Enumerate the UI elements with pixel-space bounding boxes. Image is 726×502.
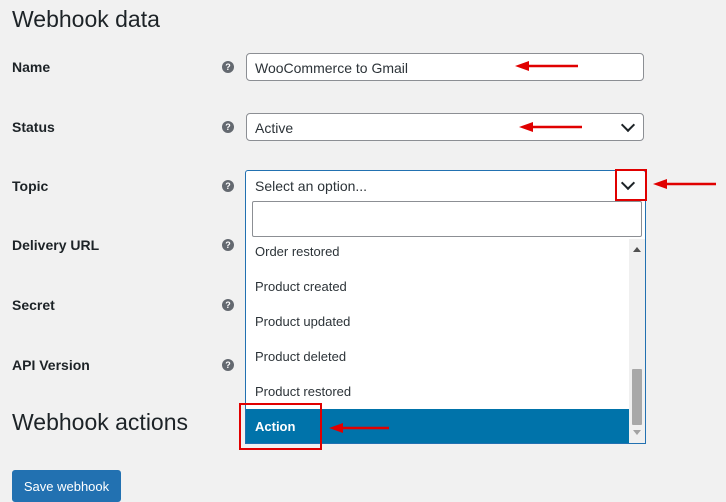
annotation-arrows — [329, 61, 716, 433]
arrow-annotation-icon — [653, 179, 716, 189]
save-webhook-button[interactable]: Save webhook — [12, 470, 121, 502]
arrow-annotation-icon — [515, 61, 578, 71]
arrow-annotation-icon — [329, 423, 389, 433]
arrow-annotation-icon — [519, 122, 582, 132]
